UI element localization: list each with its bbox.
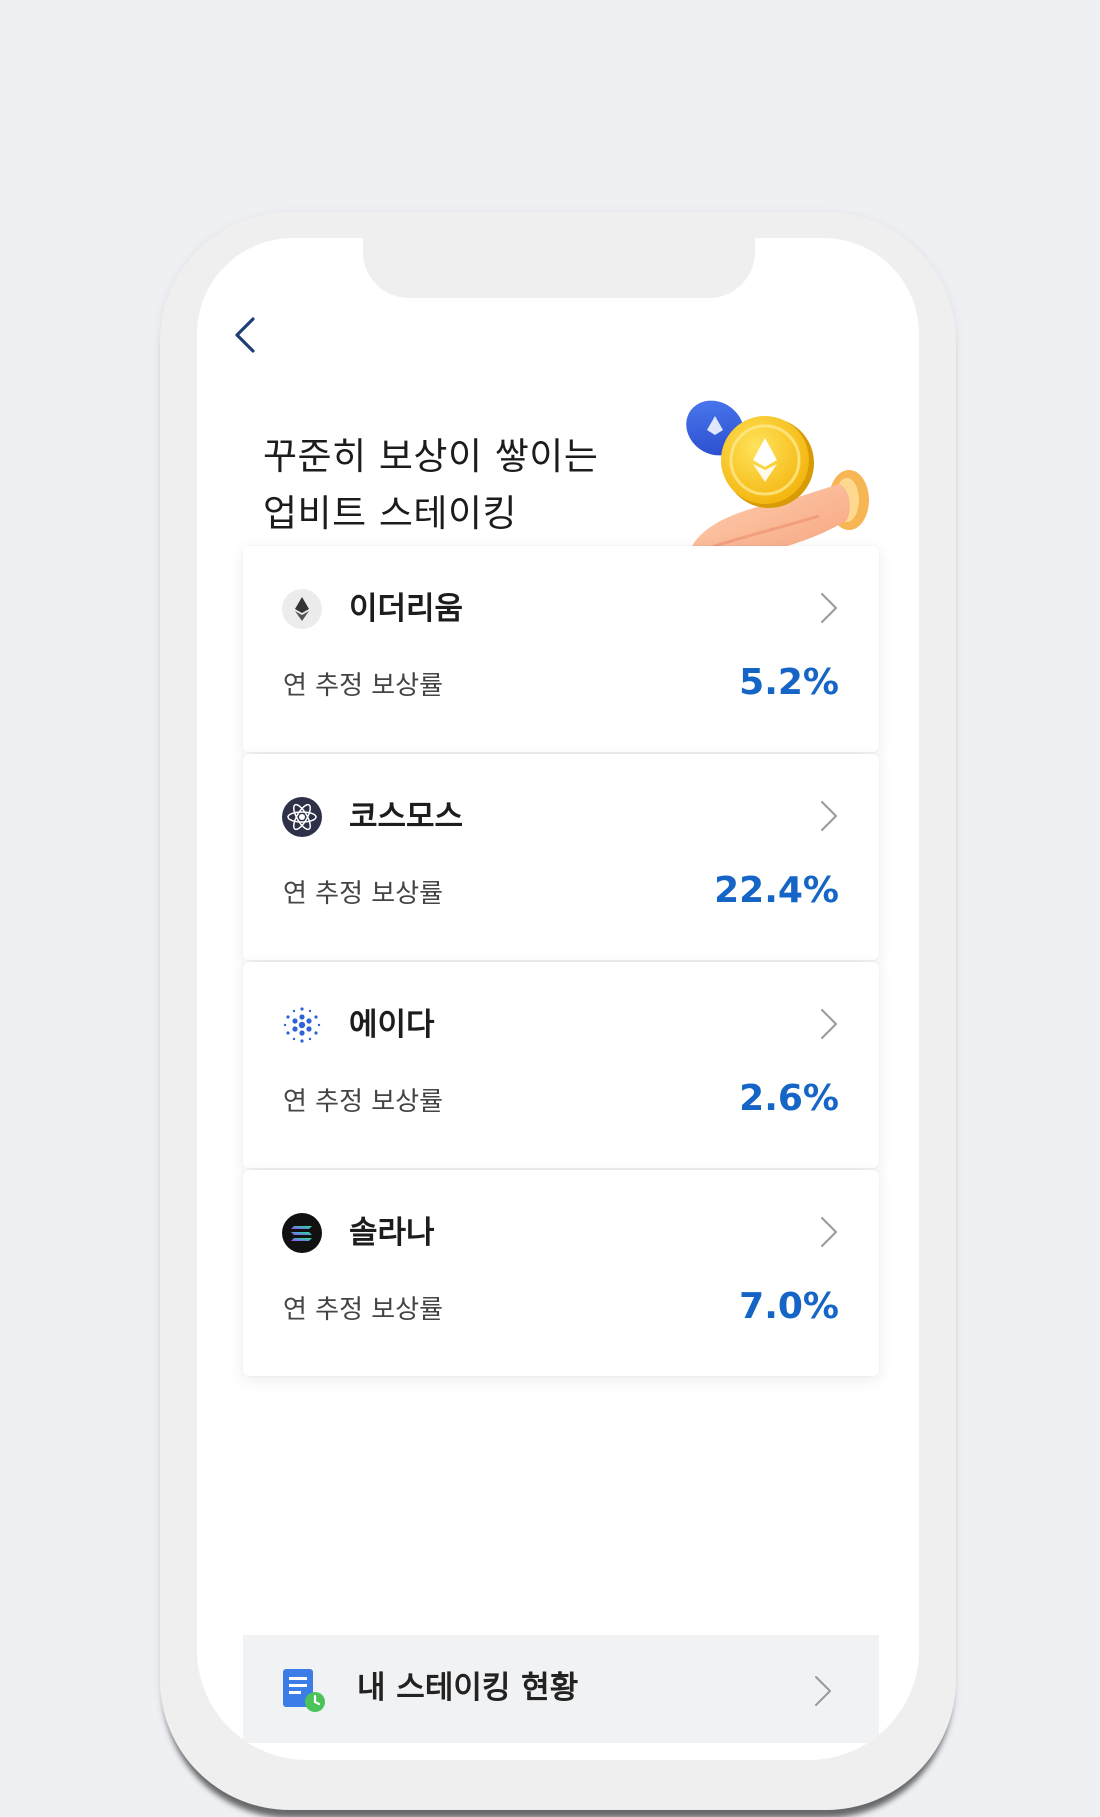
coin-name: 솔라나 — [349, 1215, 435, 1251]
rate-value: 22.4% — [714, 870, 839, 911]
rate-label: 연 추정 보상률 — [283, 1295, 444, 1325]
page-title: 꾸준히 보상이 쌓이는 업비트 스테이킹 — [263, 428, 598, 542]
my-staking-status-button[interactable]: 내 스테이킹 현황 — [243, 1635, 879, 1743]
title-line-2: 업비트 스테이킹 — [263, 492, 518, 535]
coin-card-cosmos[interactable]: 코스모스 연 추정 보상률 22.4% — [243, 754, 879, 960]
app-screen: 꾸준히 보상이 쌓이는 업비트 스테이킹 이더리움 연 추정 보상률 5.2% … — [197, 238, 919, 1760]
cosmos-icon — [282, 797, 322, 837]
coin-card-cardano[interactable]: 에이다 연 추정 보상률 2.6% — [243, 962, 879, 1168]
chevron-right-icon — [821, 801, 837, 831]
phone-notch — [363, 238, 755, 298]
rate-value: 5.2% — [739, 662, 839, 703]
ethereum-icon — [282, 589, 322, 629]
chevron-right-icon — [821, 593, 837, 623]
hand-coin-illustration — [686, 400, 869, 563]
chevron-left-icon — [235, 317, 255, 353]
my-staking-label: 내 스테이킹 현황 — [357, 1670, 579, 1706]
rate-label: 연 추정 보상률 — [283, 671, 444, 701]
cardano-icon — [283, 1007, 321, 1043]
coin-name: 이더리움 — [349, 591, 464, 627]
coin-name: 코스모스 — [349, 799, 464, 835]
rate-label: 연 추정 보상률 — [283, 1087, 444, 1117]
coin-name: 에이다 — [349, 1007, 435, 1043]
chevron-right-icon — [821, 1217, 837, 1247]
document-clock-icon — [283, 1669, 325, 1712]
back-button[interactable] — [225, 310, 265, 360]
rate-label: 연 추정 보상률 — [283, 879, 444, 909]
rate-value: 7.0% — [739, 1286, 839, 1327]
title-line-1: 꾸준히 보상이 쌓이는 — [263, 435, 599, 478]
coin-card-ethereum[interactable]: 이더리움 연 추정 보상률 5.2% — [243, 546, 879, 752]
rate-value: 2.6% — [739, 1078, 839, 1119]
chevron-right-icon — [815, 1676, 831, 1706]
coin-card-solana[interactable]: 솔라나 연 추정 보상률 7.0% — [243, 1170, 879, 1376]
solana-icon — [282, 1213, 322, 1253]
chevron-right-icon — [821, 1009, 837, 1039]
